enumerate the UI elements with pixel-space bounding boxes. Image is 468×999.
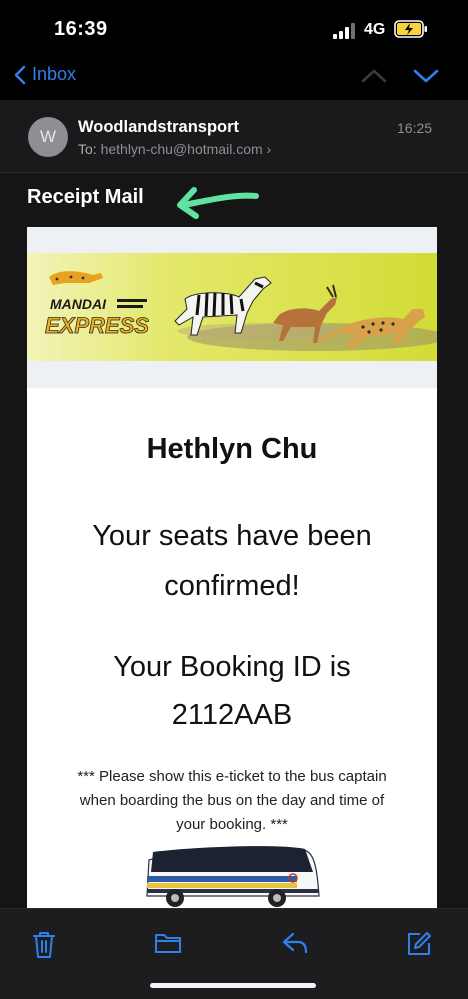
home-indicator[interactable] bbox=[150, 983, 316, 988]
network-label: 4G bbox=[364, 21, 386, 38]
nav-bar: Inbox bbox=[0, 58, 468, 100]
booking-id-label: Your Booking ID is bbox=[113, 651, 351, 683]
signal-icon bbox=[333, 23, 355, 39]
passenger-name: Hethlyn Chu bbox=[146, 433, 318, 465]
chevron-down-icon[interactable] bbox=[412, 66, 440, 86]
annotation-arrow-icon bbox=[177, 187, 259, 219]
eticket-notice: *** Please show this e-ticket to the bus… bbox=[77, 768, 387, 833]
to-label: To: bbox=[78, 141, 97, 157]
banner-top-margin bbox=[27, 227, 437, 253]
bus-illustration bbox=[146, 846, 320, 907]
confirmation-line-1: Your seats have been bbox=[92, 520, 372, 552]
status-time: 16:39 bbox=[54, 18, 108, 40]
brand-express: EXPRESS bbox=[45, 313, 149, 338]
chevron-up-icon[interactable] bbox=[360, 66, 388, 86]
confirmation-line-2: confirmed! bbox=[164, 570, 300, 602]
status-bar: 16:39 4G bbox=[0, 0, 468, 58]
mail-time: 16:25 bbox=[397, 120, 433, 136]
battery-charging-icon bbox=[394, 20, 427, 38]
booking-id-block: Your Booking ID is 2112AAB bbox=[27, 643, 437, 739]
compose-icon[interactable] bbox=[406, 931, 432, 957]
chevron-right-icon: › bbox=[266, 141, 272, 157]
recipient-line[interactable]: To: hethlyn-chu@hotmail.com › bbox=[78, 141, 271, 157]
chevron-left-icon bbox=[14, 65, 26, 84]
brand-mandai: MANDAI bbox=[50, 296, 107, 312]
back-label: Inbox bbox=[32, 64, 77, 84]
email-body: MANDAI EXPRESS Hethlyn Chu Your seats ha… bbox=[27, 227, 437, 917]
sender-name[interactable]: Woodlandstransport bbox=[78, 118, 239, 137]
back-to-inbox-button[interactable]: Inbox bbox=[14, 64, 76, 85]
folder-icon[interactable] bbox=[154, 931, 182, 955]
recipient-address: hethlyn-chu@hotmail.com bbox=[100, 141, 263, 157]
reply-icon[interactable] bbox=[281, 931, 309, 955]
email-subject: Receipt Mail bbox=[27, 186, 144, 208]
banner-bottom-margin bbox=[27, 361, 437, 388]
confirmation-message: Your seats have been confirmed! bbox=[27, 511, 437, 611]
sender-avatar[interactable]: W bbox=[28, 117, 68, 157]
booking-id-value: 2112AAB bbox=[171, 699, 293, 731]
mandai-express-banner: MANDAI EXPRESS bbox=[27, 253, 437, 361]
trash-icon[interactable] bbox=[32, 931, 56, 959]
